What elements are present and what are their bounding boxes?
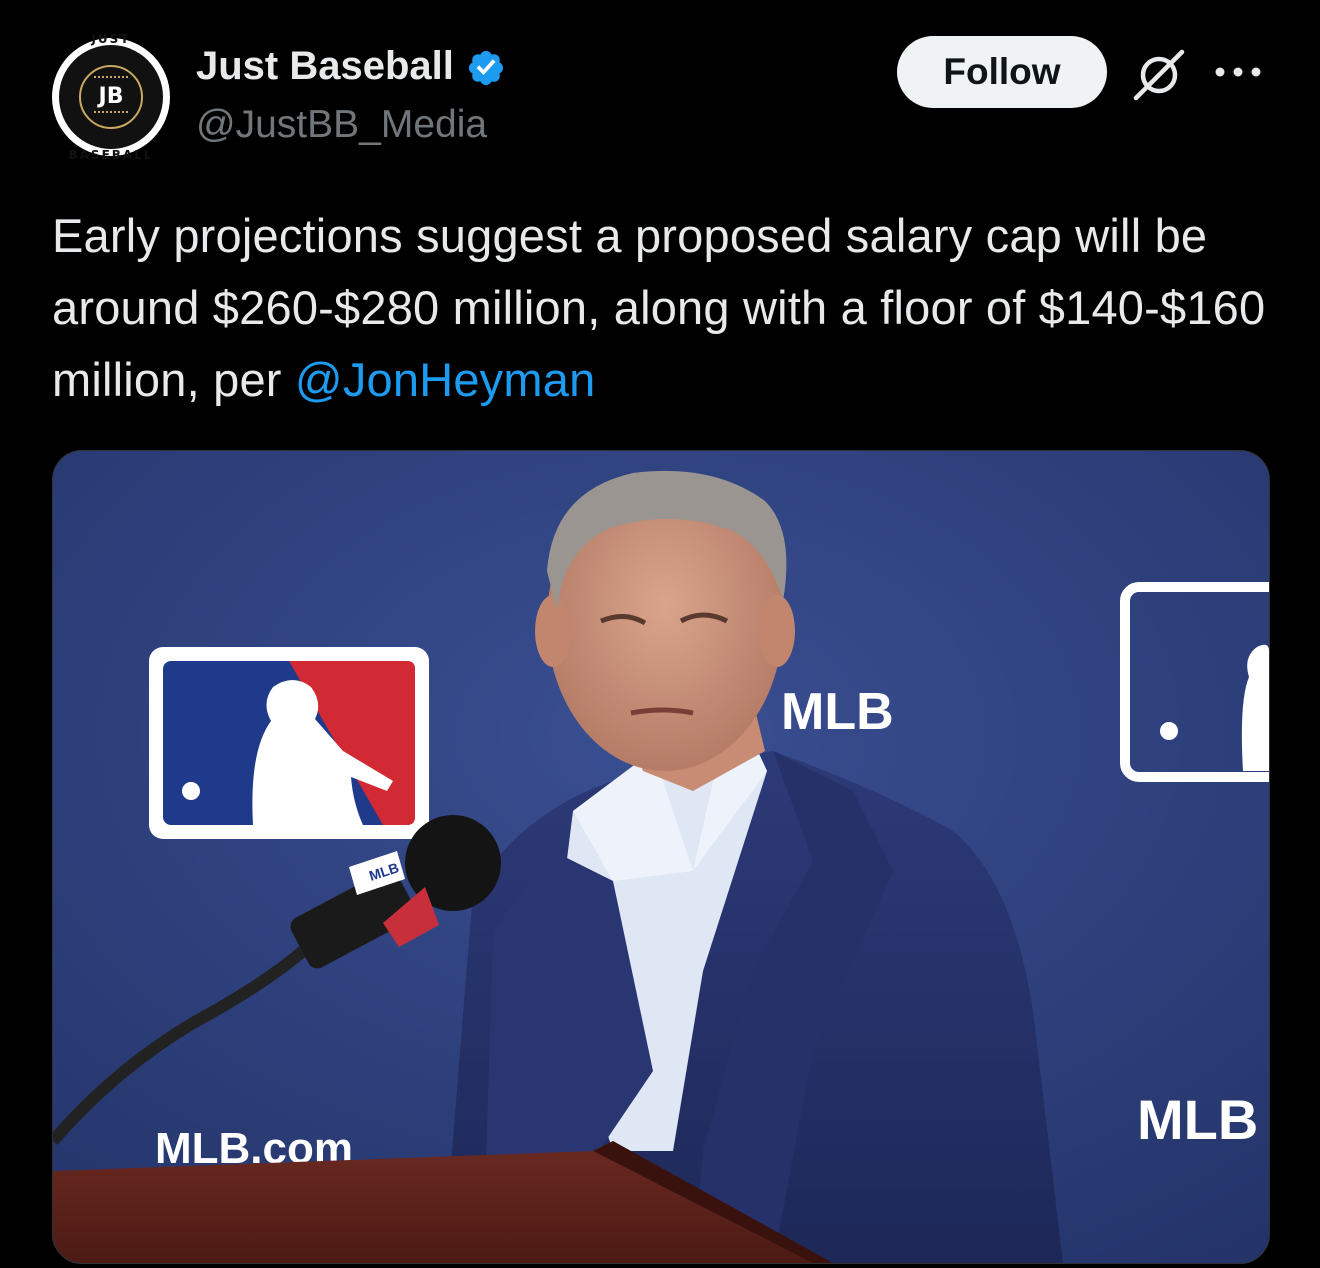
display-name[interactable]: Just Baseball bbox=[196, 40, 454, 92]
avatar-ring-top-text: JUST bbox=[91, 32, 131, 46]
mlb-logo-left bbox=[149, 647, 429, 839]
backdrop-mlb-text-right: MLB bbox=[1137, 1088, 1258, 1151]
mention-link[interactable]: @JonHeyman bbox=[295, 353, 596, 406]
post-body-text: Early projections suggest a proposed sal… bbox=[52, 209, 1266, 406]
backdrop-mlb-text: MLB bbox=[781, 683, 894, 741]
grok-icon[interactable] bbox=[1128, 44, 1190, 106]
avatar-badge: JB bbox=[79, 65, 143, 129]
avatar-ring-bottom-text: BASEBALL bbox=[68, 148, 154, 162]
avatar-monogram: JB bbox=[98, 84, 124, 109]
post: JUST JB BASEBALL Just Baseball @JustBB_M… bbox=[0, 0, 1320, 1268]
post-media-image[interactable]: MLB MLB MLB.com MLB bbox=[52, 450, 1270, 1264]
avatar[interactable]: JUST JB BASEBALL bbox=[52, 32, 170, 162]
handle[interactable]: @JustBB_Media bbox=[196, 100, 487, 150]
post-text: Early projections suggest a proposed sal… bbox=[52, 200, 1282, 416]
press-conference-photo: MLB MLB MLB.com MLB bbox=[53, 451, 1269, 1263]
verified-badge-icon[interactable] bbox=[466, 48, 506, 88]
stitch-decoration bbox=[94, 76, 128, 83]
follow-button[interactable]: Follow bbox=[897, 36, 1107, 108]
display-name-row: Just Baseball bbox=[196, 40, 506, 92]
stitch-decoration bbox=[94, 111, 128, 118]
more-horizontal-icon[interactable] bbox=[1210, 52, 1266, 92]
avatar-logo: JUST JB BASEBALL bbox=[59, 32, 163, 162]
